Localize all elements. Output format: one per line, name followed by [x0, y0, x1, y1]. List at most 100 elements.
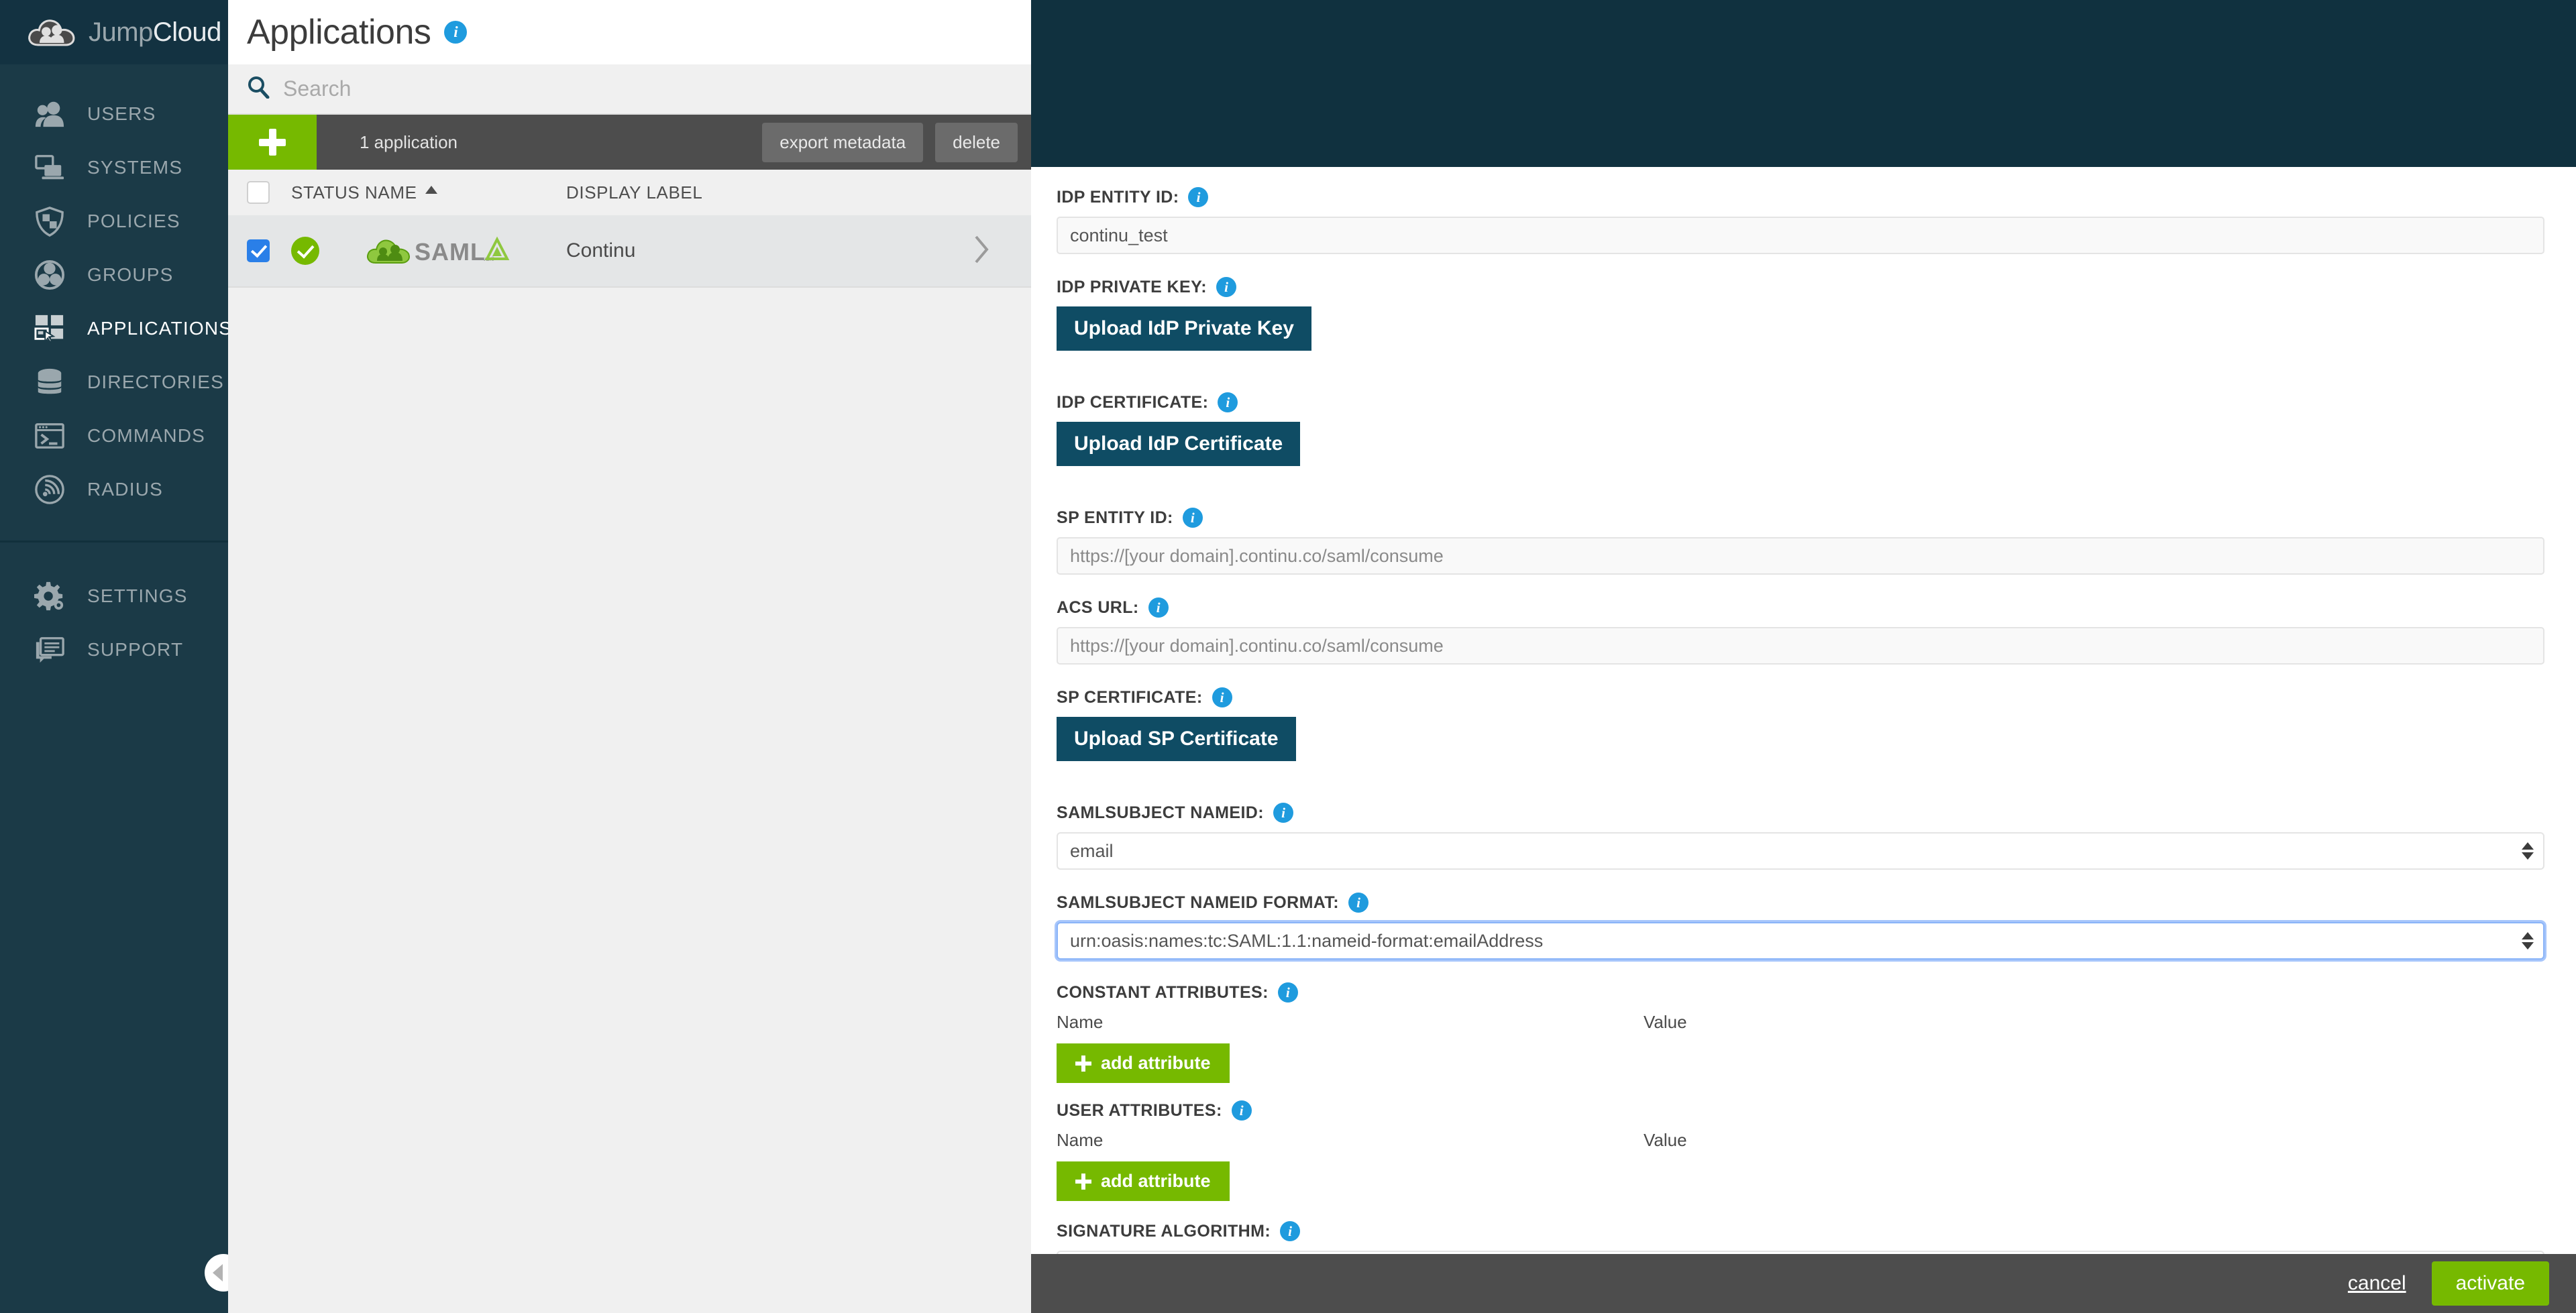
info-icon[interactable]: i [1148, 597, 1169, 618]
sidebar: JumpCloud USERS SYSTEMS POLICIES GROUPS … [0, 0, 242, 1313]
saml-logo: SAML v2.0 [365, 233, 511, 268]
sidebar-item-directories[interactable]: DIRECTORIES [0, 355, 228, 409]
field-sp-certificate: SP CERTIFICATE: i Upload SP Certificate [1057, 687, 2549, 761]
sidebar-item-settings[interactable]: SETTINGS [0, 569, 228, 623]
add-attribute-label: add attribute [1101, 1053, 1211, 1073]
list-toolbar: 1 application export metadata delete [228, 115, 1031, 170]
user-attributes-header: Name Value [1057, 1130, 2549, 1151]
field-label-row: IDP ENTITY ID: i [1057, 187, 2549, 207]
applications-icon [32, 311, 67, 346]
cancel-button[interactable]: cancel [2348, 1272, 2406, 1295]
sidebar-nav: USERS SYSTEMS POLICIES GROUPS APPLICATIO… [0, 64, 231, 677]
field-sp-entity-id: SP ENTITY ID: i [1057, 508, 2549, 575]
samlsubject-nameid-select[interactable] [1057, 832, 2544, 870]
app-root: JumpCloud USERS SYSTEMS POLICIES GROUPS … [0, 0, 2576, 1313]
delete-button[interactable]: delete [935, 122, 1018, 162]
field-label-row: SP ENTITY ID: i [1057, 508, 2549, 528]
sp-entity-id-input[interactable] [1057, 537, 2544, 575]
samlsubject-nameid-select-wrap [1057, 832, 2544, 870]
sidebar-item-label: SUPPORT [87, 639, 184, 660]
field-idp-certificate: IDP CERTIFICATE: i Upload IdP Certificat… [1057, 392, 2549, 466]
upload-sp-certificate-button[interactable]: Upload SP Certificate [1057, 717, 1296, 761]
search-input[interactable] [283, 76, 887, 101]
saml-config-form: IDP ENTITY ID: i IDP PRIVATE KEY: i Uplo… [1031, 167, 2576, 1279]
info-icon[interactable]: i [1348, 893, 1369, 913]
field-user-attributes: USER ATTRIBUTES: i Name Value add attrib… [1057, 1100, 2549, 1201]
sort-ascending-icon [425, 186, 437, 194]
field-label-row: IDP PRIVATE KEY: i [1057, 277, 2549, 297]
field-label: ACS URL: [1057, 597, 1139, 617]
brand-logo-area[interactable]: JumpCloud [0, 0, 228, 64]
sidebar-item-systems[interactable]: SYSTEMS [0, 141, 228, 194]
field-idp-entity-id: IDP ENTITY ID: i [1057, 187, 2549, 254]
info-icon[interactable]: i [1273, 803, 1293, 823]
info-icon[interactable]: i [444, 21, 468, 44]
gear-icon [32, 579, 67, 614]
info-icon[interactable]: i [1277, 982, 1298, 1003]
attr-column-value: Value [1644, 1012, 1687, 1032]
groups-icon [32, 258, 67, 292]
sidebar-item-label: APPLICATIONS [87, 318, 233, 339]
upload-idp-certificate-button[interactable]: Upload IdP Certificate [1057, 422, 1301, 466]
info-icon[interactable]: i [1231, 1100, 1252, 1121]
attr-column-name: Name [1057, 1012, 1104, 1032]
info-icon[interactable]: i [1188, 187, 1209, 207]
row-checkbox[interactable] [247, 239, 270, 262]
systems-icon [32, 150, 67, 185]
column-header-status[interactable]: STATUS [291, 182, 365, 203]
info-icon[interactable]: i [1280, 1221, 1301, 1241]
samlsubject-nameid-format-select[interactable] [1057, 922, 2544, 960]
field-label: SP ENTITY ID: [1057, 508, 1173, 527]
field-label: IDP ENTITY ID: [1057, 187, 1179, 207]
field-label-row: SP CERTIFICATE: i [1057, 687, 2549, 707]
export-metadata-button[interactable]: export metadata [762, 122, 924, 162]
field-idp-private-key: IDP PRIVATE KEY: i Upload IdP Private Ke… [1057, 277, 2549, 351]
column-header-name-label: NAME [365, 182, 417, 203]
samlsubject-nameid-format-select-wrap [1057, 922, 2544, 960]
plus-icon [1075, 1055, 1091, 1072]
sidebar-item-label: DIRECTORIES [87, 372, 225, 392]
info-icon[interactable]: i [1182, 508, 1203, 528]
sidebar-item-groups[interactable]: GROUPS [0, 248, 228, 302]
detail-panel-header [1031, 0, 2576, 167]
info-icon[interactable]: i [1212, 687, 1232, 707]
application-count: 1 application [360, 131, 458, 152]
column-header-name[interactable]: NAME [365, 182, 566, 203]
table-row[interactable]: SAML v2.0 Continu [228, 215, 1031, 288]
add-application-button[interactable] [228, 115, 317, 170]
field-label: SP CERTIFICATE: [1057, 687, 1203, 707]
select-all-checkbox[interactable] [247, 181, 270, 204]
field-label-row: SAMLSUBJECT NAMEID: i [1057, 803, 2549, 823]
shield-icon [32, 204, 67, 239]
status-active-icon [291, 237, 319, 265]
sidebar-item-policies[interactable]: POLICIES [0, 194, 228, 248]
sidebar-item-commands[interactable]: COMMANDS [0, 409, 228, 463]
activate-button[interactable]: activate [2431, 1261, 2549, 1306]
sidebar-item-label: SETTINGS [87, 585, 188, 606]
field-label: SAMLSUBJECT NAMEID: [1057, 803, 1264, 822]
acs-url-input[interactable] [1057, 627, 2544, 665]
sidebar-item-applications[interactable]: APPLICATIONS [0, 302, 231, 355]
field-label-row: SAMLSUBJECT NAMEID FORMAT: i [1057, 893, 2549, 913]
info-icon[interactable]: i [1218, 392, 1238, 412]
add-constant-attribute-button[interactable]: add attribute [1057, 1043, 1230, 1083]
users-icon [32, 97, 67, 131]
chevron-right-icon[interactable] [973, 235, 989, 268]
add-user-attribute-button[interactable]: add attribute [1057, 1161, 1230, 1201]
info-icon[interactable]: i [1216, 277, 1237, 297]
field-label-row: IDP CERTIFICATE: i [1057, 392, 2549, 412]
column-header-display-label[interactable]: DISPLAY LABEL [566, 182, 1031, 203]
row-app-logo: SAML v2.0 [365, 233, 566, 268]
toolbar-actions: export metadata delete [762, 122, 1018, 162]
add-attribute-label: add attribute [1101, 1171, 1211, 1191]
sidebar-item-label: USERS [87, 103, 156, 124]
sidebar-item-support[interactable]: SUPPORT [0, 623, 228, 677]
field-label: SIGNATURE ALGORITHM: [1057, 1221, 1271, 1241]
sidebar-item-label: RADIUS [87, 479, 163, 500]
plus-icon [1075, 1173, 1091, 1190]
idp-entity-id-input[interactable] [1057, 217, 2544, 254]
field-samlsubject-nameid: SAMLSUBJECT NAMEID: i [1057, 803, 2549, 870]
sidebar-item-users[interactable]: USERS [0, 87, 228, 141]
upload-idp-private-key-button[interactable]: Upload IdP Private Key [1057, 306, 1311, 351]
sidebar-item-radius[interactable]: RADIUS [0, 463, 228, 516]
